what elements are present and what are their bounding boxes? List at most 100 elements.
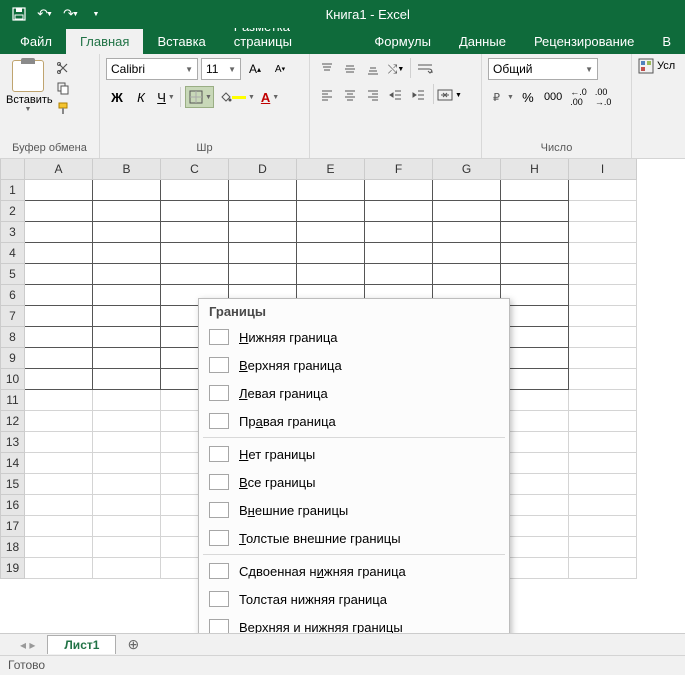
cell[interactable] <box>569 452 637 473</box>
cell[interactable] <box>25 452 93 473</box>
row-header[interactable]: 12 <box>1 410 25 431</box>
tab-review[interactable]: Рецензирование <box>520 29 648 54</box>
cell[interactable] <box>25 368 93 389</box>
cell[interactable] <box>93 389 161 410</box>
cell[interactable] <box>501 515 569 536</box>
cell[interactable] <box>569 200 637 221</box>
sheet-tab[interactable]: Лист1 <box>47 635 116 654</box>
accounting-format-button[interactable]: ₽▼ <box>488 86 515 108</box>
cell[interactable] <box>501 410 569 431</box>
column-header[interactable]: H <box>501 159 569 179</box>
row-header[interactable]: 19 <box>1 557 25 578</box>
cell[interactable] <box>93 347 161 368</box>
cell[interactable] <box>93 242 161 263</box>
column-header[interactable]: A <box>25 159 93 179</box>
cell[interactable] <box>501 389 569 410</box>
border-menu-item[interactable]: Внешние границы <box>199 496 509 524</box>
cell[interactable] <box>297 179 365 200</box>
cell[interactable] <box>365 242 433 263</box>
cell[interactable] <box>501 326 569 347</box>
font-size-select[interactable]: 11▼ <box>201 58 241 80</box>
number-format-select[interactable]: Общий▼ <box>488 58 598 80</box>
row-header[interactable]: 16 <box>1 494 25 515</box>
cell[interactable] <box>25 326 93 347</box>
cell[interactable] <box>365 179 433 200</box>
cell[interactable] <box>365 200 433 221</box>
cell[interactable] <box>501 179 569 200</box>
cell[interactable] <box>93 221 161 242</box>
cell[interactable] <box>161 242 229 263</box>
cell[interactable] <box>25 431 93 452</box>
cell[interactable] <box>569 347 637 368</box>
undo-button[interactable]: ↶▼ <box>34 3 56 25</box>
decrease-font-button[interactable]: A▾ <box>269 58 291 80</box>
cell[interactable] <box>297 242 365 263</box>
column-header[interactable]: F <box>365 159 433 179</box>
italic-button[interactable]: К <box>130 86 152 108</box>
cut-button[interactable] <box>54 60 72 76</box>
font-color-button[interactable]: А▼ <box>258 86 280 108</box>
cell[interactable] <box>25 557 93 578</box>
cell[interactable] <box>229 179 297 200</box>
cell[interactable] <box>569 389 637 410</box>
cell[interactable] <box>501 536 569 557</box>
select-all-corner[interactable] <box>1 159 25 179</box>
row-header[interactable]: 3 <box>1 221 25 242</box>
cell[interactable] <box>569 410 637 431</box>
cell[interactable] <box>569 263 637 284</box>
cell[interactable] <box>161 179 229 200</box>
cell[interactable] <box>25 305 93 326</box>
cell[interactable] <box>93 284 161 305</box>
cell[interactable] <box>25 515 93 536</box>
increase-indent-button[interactable] <box>408 84 430 106</box>
align-bottom-button[interactable] <box>362 58 384 80</box>
cell[interactable] <box>229 242 297 263</box>
cell[interactable] <box>501 431 569 452</box>
cell[interactable] <box>93 494 161 515</box>
add-sheet-button[interactable]: ⊕ <box>124 636 142 654</box>
row-header[interactable]: 14 <box>1 452 25 473</box>
comma-button[interactable]: 000 <box>541 86 565 108</box>
cell[interactable] <box>501 557 569 578</box>
tab-view-partial[interactable]: В <box>648 29 685 54</box>
row-header[interactable]: 7 <box>1 305 25 326</box>
cell[interactable] <box>93 179 161 200</box>
border-menu-item[interactable]: Верхняя граница <box>199 351 509 379</box>
cell[interactable] <box>569 221 637 242</box>
column-header[interactable]: C <box>161 159 229 179</box>
cell[interactable] <box>25 473 93 494</box>
conditional-formatting-button[interactable]: Усл <box>638 58 675 74</box>
cell[interactable] <box>501 242 569 263</box>
cell[interactable] <box>569 305 637 326</box>
row-header[interactable]: 9 <box>1 347 25 368</box>
row-header[interactable]: 8 <box>1 326 25 347</box>
cell[interactable] <box>25 389 93 410</box>
cell[interactable] <box>433 200 501 221</box>
cell[interactable] <box>365 263 433 284</box>
sheet-nav[interactable]: ◂ ▸ <box>20 638 35 652</box>
cell[interactable] <box>501 494 569 515</box>
cell[interactable] <box>569 536 637 557</box>
row-header[interactable]: 2 <box>1 200 25 221</box>
row-header[interactable]: 15 <box>1 473 25 494</box>
cell[interactable] <box>569 557 637 578</box>
cell[interactable] <box>501 284 569 305</box>
cell[interactable] <box>93 515 161 536</box>
cell[interactable] <box>433 221 501 242</box>
border-menu-item[interactable]: Все границы <box>199 468 509 496</box>
cell[interactable] <box>93 536 161 557</box>
cell[interactable] <box>161 200 229 221</box>
cell[interactable] <box>569 368 637 389</box>
row-header[interactable]: 13 <box>1 431 25 452</box>
row-header[interactable]: 5 <box>1 263 25 284</box>
cell[interactable] <box>25 410 93 431</box>
tab-file[interactable]: Файл <box>6 29 66 54</box>
row-header[interactable]: 6 <box>1 284 25 305</box>
cell[interactable] <box>25 494 93 515</box>
cell[interactable] <box>297 263 365 284</box>
decrease-indent-button[interactable] <box>385 84 407 106</box>
cell[interactable] <box>25 242 93 263</box>
cell[interactable] <box>297 200 365 221</box>
cell[interactable] <box>93 431 161 452</box>
bold-button[interactable]: Ж <box>106 86 128 108</box>
